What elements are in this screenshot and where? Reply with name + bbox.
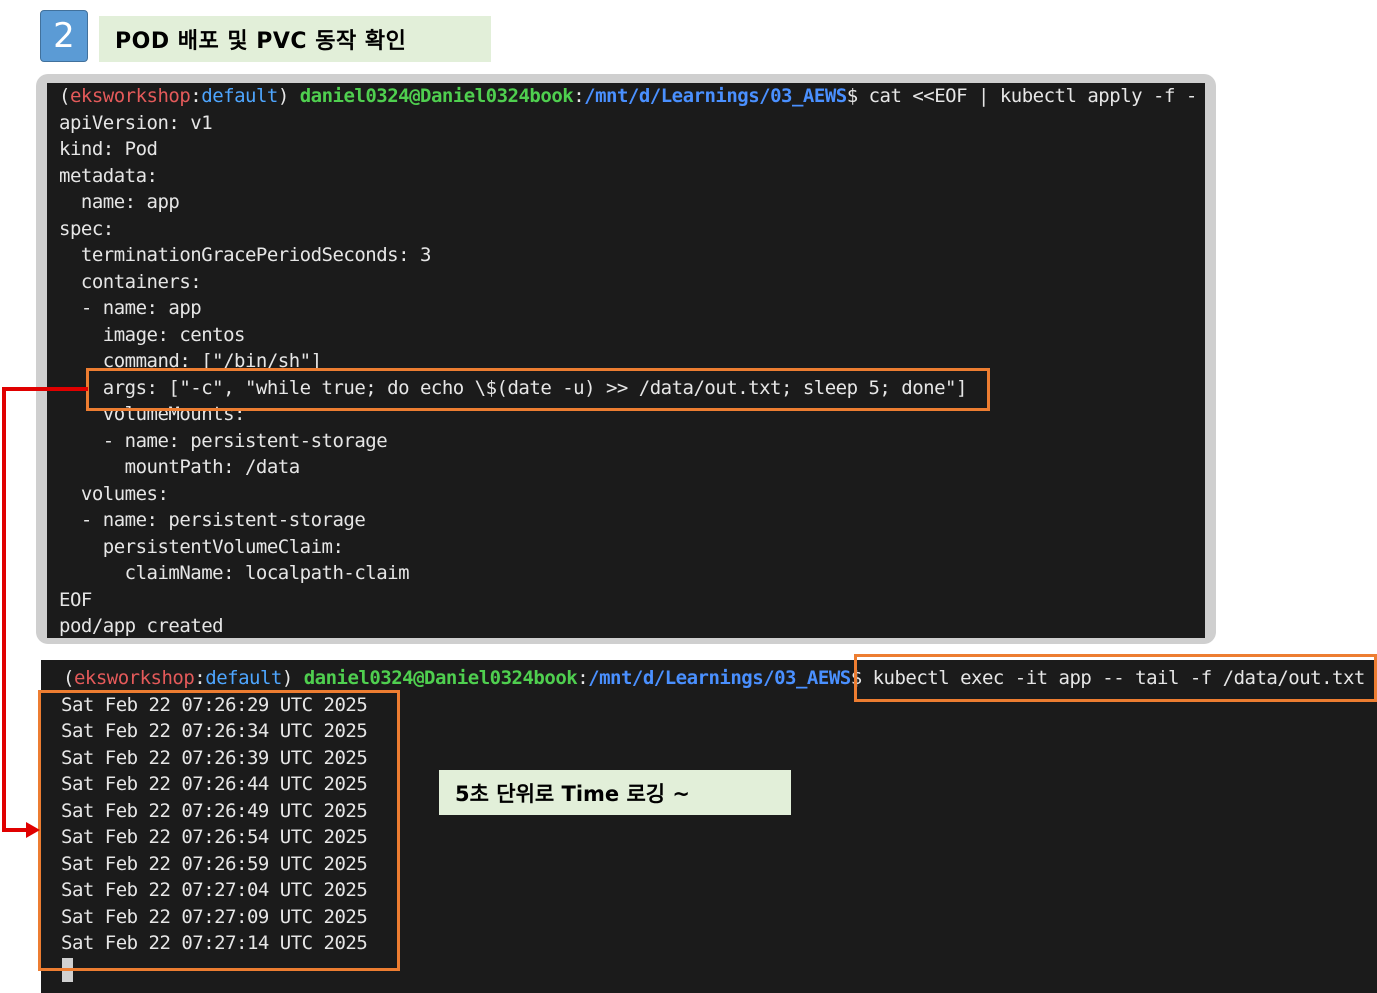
annotation-note: 5초 단위로 Time 로깅 ~ — [439, 770, 791, 815]
arrow-head-icon — [26, 822, 40, 838]
connector-arrow — [2, 387, 88, 838]
